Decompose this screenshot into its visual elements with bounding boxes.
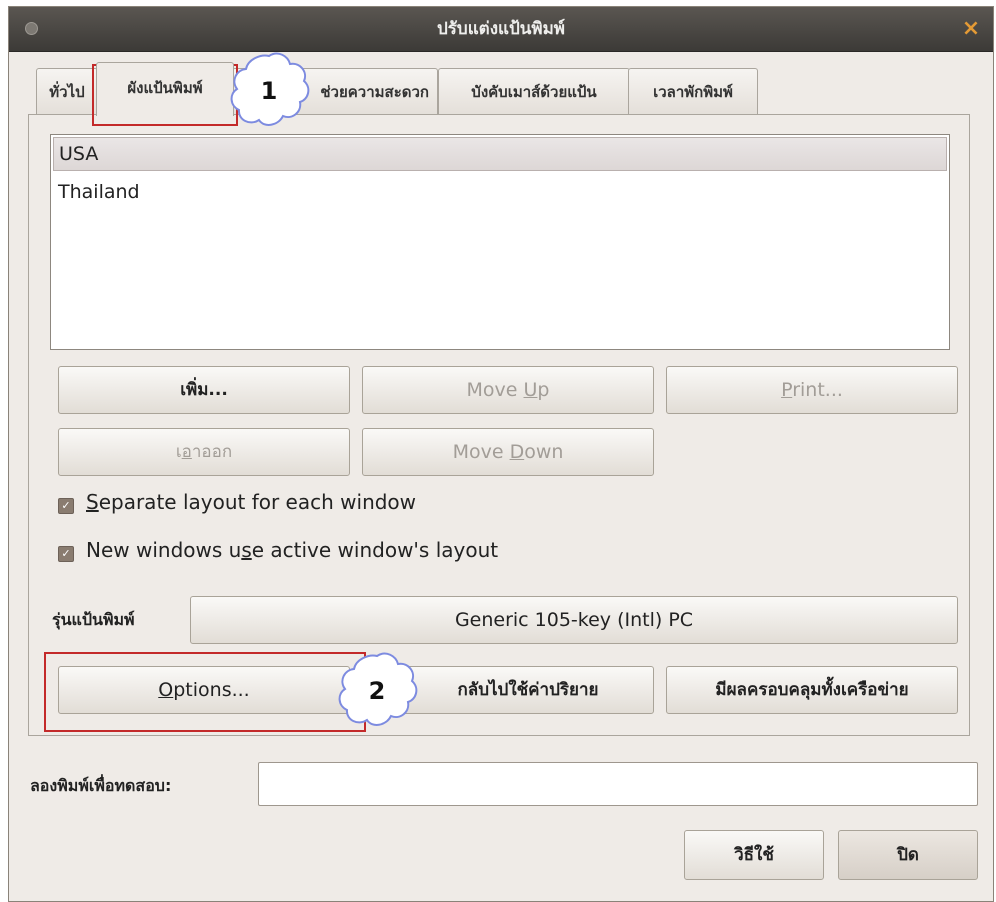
move-down-button[interactable]: Move Down	[362, 428, 654, 476]
tab-general[interactable]: ทั่วไป	[36, 68, 98, 115]
new-windows-checkbox[interactable]: ✓	[58, 546, 74, 562]
apply-system-wide-button[interactable]: มีผลครอบคลุมทั้งเครือข่าย	[666, 666, 958, 714]
keyboard-model-label: รุ่นแป้นพิมพ์	[52, 610, 135, 629]
callout-bubble-1: 1	[226, 48, 312, 134]
move-up-button[interactable]: Move Up	[362, 366, 654, 414]
new-windows-label[interactable]: New windows use active window's layout	[86, 538, 498, 562]
remove-layout-button[interactable]: เอาออก	[58, 428, 350, 476]
titlebar: ปรับแต่งแป้นพิมพ์ ×	[9, 7, 993, 52]
callout-number-1: 1	[260, 77, 278, 105]
tab-mouse-keys[interactable]: บังคับเมาส์ด้วยแป้น	[438, 68, 630, 115]
test-field-label: ลองพิมพ์เพื่อทดสอบ:	[30, 776, 172, 795]
close-button[interactable]: ปิด	[838, 830, 978, 880]
add-layout-button[interactable]: เพิ่ม...	[58, 366, 350, 414]
callout-number-2: 2	[368, 677, 386, 705]
separate-layout-label[interactable]: Separate layout for each window	[86, 490, 416, 514]
help-button[interactable]: วิธีใช้	[684, 830, 824, 880]
callout-bubble-2: 2	[334, 648, 420, 734]
highlight-box-options-button	[44, 652, 366, 732]
layout-list[interactable]: USA Thailand	[50, 134, 950, 350]
separate-layout-checkbox[interactable]: ✓	[58, 498, 74, 514]
close-window-icon[interactable]: ×	[959, 17, 983, 41]
keyboard-model-button[interactable]: Generic 105-key (Intl) PC	[190, 596, 958, 644]
tab-typing-break[interactable]: เวลาพักพิมพ์	[628, 68, 758, 115]
tab-layouts[interactable]: ผังแป้นพิมพ์	[96, 62, 234, 116]
list-item-usa[interactable]: USA	[53, 137, 947, 171]
print-button[interactable]: Print...	[666, 366, 958, 414]
list-item-thailand[interactable]: Thailand	[51, 174, 949, 210]
window-title: ปรับแต่งแป้นพิมพ์	[437, 19, 565, 39]
test-typing-field[interactable]	[258, 762, 978, 806]
